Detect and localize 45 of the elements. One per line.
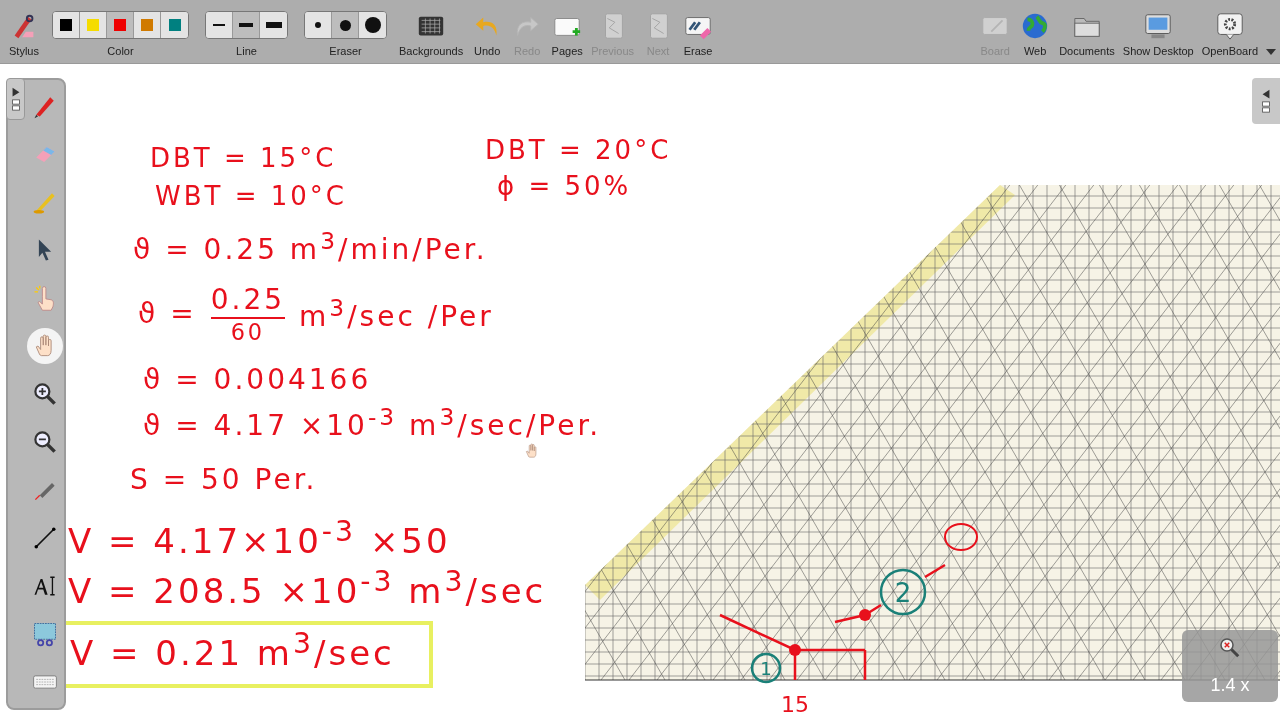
- zoom-in-icon: [31, 380, 59, 408]
- handwritten-equation: ϕ = 50%: [497, 171, 632, 203]
- toolbar-button[interactable]: Documents: [1055, 0, 1119, 63]
- handwritten-equation: S = 50 Per.: [130, 463, 318, 497]
- toolbar-button[interactable]: Show Desktop: [1118, 0, 1198, 63]
- toolbar-button[interactable]: Undo: [467, 0, 508, 63]
- monitor-icon: [1143, 11, 1174, 41]
- handwritten-equation: V = 4.17×10$^{-3}$ ×50: [68, 515, 451, 563]
- handwritten-equation: DBT = 20°C: [485, 135, 672, 167]
- toolbar-button[interactable]: Backgrounds: [395, 0, 468, 63]
- handwritten-equation: ϑ = 0.004166: [143, 363, 372, 397]
- palette-toggle[interactable]: [6, 78, 25, 120]
- color-option[interactable]: [53, 12, 80, 38]
- gear-icon: [1214, 11, 1245, 41]
- group-label: Line: [236, 45, 257, 57]
- toolbar-button[interactable]: Stylus: [4, 0, 44, 63]
- eraser-size-option[interactable]: [305, 12, 332, 38]
- group-label: Color: [107, 45, 134, 57]
- toolbar-button[interactable]: Pages: [547, 0, 588, 63]
- handwritten-equation: ϑ = 0.25 m$^{3}$/min/Per.: [133, 227, 488, 267]
- zoom-reset-icon[interactable]: [1218, 636, 1242, 660]
- line-width-option[interactable]: [206, 12, 233, 38]
- line-width-option[interactable]: [260, 12, 287, 38]
- circled-point-label: 2: [879, 568, 927, 616]
- color-option[interactable]: [107, 12, 134, 38]
- handwritten-equation: WBT = 10°C: [155, 181, 347, 213]
- dropdown-caret-icon[interactable]: [1266, 49, 1276, 55]
- capture-icon: [31, 620, 59, 648]
- zoom-out-icon: [31, 428, 59, 456]
- circled-point-label: 1: [750, 652, 782, 684]
- group-label: Eraser: [329, 45, 362, 57]
- eraser-size-option[interactable]: [332, 12, 359, 38]
- toolbar-button[interactable]: OpenBoard: [1197, 0, 1262, 63]
- right-palette-toggle[interactable]: [1252, 78, 1280, 124]
- toolbar-button[interactable]: Erase: [678, 0, 718, 63]
- color-option[interactable]: [134, 12, 161, 38]
- handwritten-number: 15: [781, 692, 809, 717]
- color-option[interactable]: [161, 12, 188, 38]
- color-option[interactable]: [80, 12, 107, 38]
- handwritten-equation: DBT = 15°C: [150, 143, 337, 175]
- handwritten-equation: ϑ = 4.17 ×10$^{-3}$ m$^{3}$/sec/Per.: [143, 403, 602, 443]
- eraser-size-option[interactable]: [359, 12, 386, 38]
- line-width-option[interactable]: [233, 12, 260, 38]
- handwritten-equation: V = 208.5 ×10$^{-3}$ m$^{3}$/sec: [68, 565, 547, 613]
- toolbar-button[interactable]: Web: [1015, 0, 1056, 63]
